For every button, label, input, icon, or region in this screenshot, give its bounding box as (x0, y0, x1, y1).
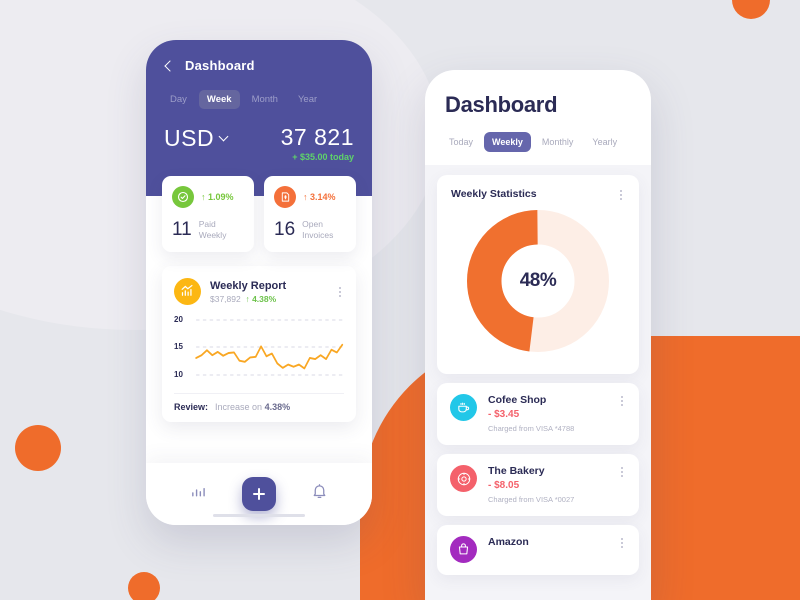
phone-mockup-right: Dashboard Today Weekly Monthly Yearly We… (425, 70, 651, 600)
line-chart-svg (195, 319, 344, 376)
transaction-details: Cofee Shop - $3.45 Charged from VISA *47… (488, 394, 607, 433)
stat-trend: ↑ 3.14% (303, 192, 336, 203)
balance-value: 37 821 (280, 124, 354, 150)
weekly-statistics-header: Weekly Statistics (437, 175, 639, 202)
phone1-period-tabs: Day Week Month Year (162, 90, 354, 109)
weekly-report-amount: $37,892 (210, 293, 241, 304)
currency-selector[interactable]: USD (164, 125, 229, 152)
phone2-header: Dashboard Today Weekly Monthly Yearly (425, 70, 651, 165)
phone1-bottom-nav (146, 463, 372, 525)
transaction-name: The Bakery (488, 465, 545, 477)
currency-code: USD (164, 125, 215, 151)
balance-block: 37 821 + $35.00 today (281, 125, 354, 162)
stat-trend: ↑ 1.09% (201, 192, 234, 203)
review-text: Increase on (215, 402, 263, 413)
transaction-row-amazon[interactable]: Amazon (437, 525, 639, 575)
weekly-statistics-card: Weekly Statistics 48% (437, 175, 639, 374)
kebab-menu-icon[interactable] (336, 285, 344, 299)
transaction-name: Cofee Shop (488, 394, 547, 406)
transaction-list: Cofee Shop - $3.45 Charged from VISA *47… (437, 383, 639, 575)
stat-cards: ↑ 1.09% 11 Paid Weekly ↑ 3.14% 16 Open I… (146, 176, 372, 253)
review-percent: 4.38% (264, 402, 291, 413)
phone1-header: Dashboard Day Week Month Year USD 37 821… (146, 40, 372, 197)
kebab-menu-icon[interactable] (617, 188, 625, 202)
orange-dot-top-right (732, 0, 770, 19)
weekly-report-title: Weekly Report (210, 279, 287, 292)
stat-label-line2: Weekly (198, 230, 227, 241)
weekly-report-header: Weekly Report $37,892 ↑ 4.38% (174, 278, 344, 306)
balance-delta: + $35.00 today (292, 152, 354, 163)
donut-center-label: 48% (519, 270, 557, 291)
chevron-down-icon (218, 131, 229, 142)
stat-card-header: ↑ 3.14% (274, 186, 346, 209)
stat-label-line2: Invoices (302, 230, 334, 241)
phone-mockup-left: Dashboard Day Week Month Year USD 37 821… (146, 40, 372, 525)
kebab-menu-icon[interactable] (618, 536, 626, 550)
weekly-statistics-title: Weekly Statistics (451, 188, 537, 200)
transaction-name: Amazon (488, 536, 529, 548)
stat-label-line1: Paid (198, 219, 216, 230)
home-indicator (213, 513, 305, 517)
bell-icon[interactable] (311, 483, 328, 505)
weekly-report-chart: 20 15 10 (174, 315, 344, 387)
tab-weekly[interactable]: Weekly (484, 132, 531, 152)
bar-chart-icon (174, 278, 201, 306)
transaction-source: Charged from VISA *0027 (488, 495, 575, 504)
phone1-navbar: Dashboard (164, 58, 354, 73)
weekly-report-titles: Weekly Report $37,892 ↑ 4.38% (210, 280, 286, 304)
weekly-report-change: ↑ 4.38% (245, 293, 277, 304)
tab-today[interactable]: Today (441, 132, 481, 152)
transaction-row-coffee-shop[interactable]: Cofee Shop - $3.45 Charged from VISA *47… (437, 383, 639, 445)
decorative-background (0, 0, 800, 600)
donut-icon (450, 465, 477, 492)
tab-year[interactable]: Year (290, 90, 325, 109)
stat-card-body: 16 Open Invoices (274, 219, 346, 241)
transaction-amount: - $8.05 (488, 480, 520, 491)
review-value: Increase on 4.38% (215, 402, 290, 412)
donut-chart: 48% (437, 202, 639, 374)
stat-card-paid-weekly[interactable]: ↑ 1.09% 11 Paid Weekly (162, 176, 254, 253)
weekly-report-review: Review: Increase on 4.38% (174, 393, 344, 422)
stat-card-body: 11 Paid Weekly (172, 219, 244, 241)
transaction-details: Amazon (488, 536, 607, 552)
invoice-icon (274, 186, 296, 209)
kebab-menu-icon[interactable] (618, 465, 626, 479)
tab-week[interactable]: Week (198, 90, 240, 109)
chevron-left-icon[interactable] (164, 59, 176, 72)
stat-number: 16 (274, 219, 296, 241)
orange-dot-middle-left (15, 425, 61, 471)
stat-label-line1: Open (302, 219, 323, 230)
coffee-cup-icon (450, 394, 477, 421)
weekly-report-card: Weekly Report $37,892 ↑ 4.38% 20 15 10 R… (162, 266, 356, 423)
transaction-details: The Bakery - $8.05 Charged from VISA *00… (488, 465, 607, 504)
balance-row: USD 37 821 + $35.00 today (164, 125, 354, 162)
phone2-body: Weekly Statistics 48% Cofee Shop - $3.45… (425, 165, 651, 575)
stat-card-open-invoices[interactable]: ↑ 3.14% 16 Open Invoices (264, 176, 356, 253)
tab-monthly[interactable]: Monthly (534, 132, 582, 152)
stat-label: Open Invoices (302, 219, 333, 241)
weekly-report-subtitle: $37,892 ↑ 4.38% (210, 294, 286, 304)
phone2-period-tabs: Today Weekly Monthly Yearly (441, 132, 631, 152)
stat-card-header: ↑ 1.09% (172, 186, 244, 209)
kebab-menu-icon[interactable] (618, 394, 626, 408)
review-label: Review: (174, 402, 209, 413)
orange-dot-bottom-left (128, 572, 160, 600)
stats-bars-icon[interactable] (190, 483, 207, 505)
transaction-amount: - $3.45 (488, 409, 520, 420)
tab-yearly[interactable]: Yearly (584, 132, 625, 152)
stat-number: 11 (172, 219, 192, 241)
add-button[interactable] (241, 477, 276, 511)
page-title: Dashboard (185, 58, 255, 73)
transaction-source: Charged from VISA *4788 (488, 424, 575, 433)
page-title: Dashboard (445, 92, 558, 117)
shopping-icon (450, 536, 477, 563)
transaction-row-the-bakery[interactable]: The Bakery - $8.05 Charged from VISA *00… (437, 454, 639, 516)
tab-month[interactable]: Month (244, 90, 286, 109)
tab-day[interactable]: Day (162, 90, 195, 109)
stat-label: Paid Weekly (199, 219, 227, 241)
check-circle-icon (172, 186, 194, 209)
